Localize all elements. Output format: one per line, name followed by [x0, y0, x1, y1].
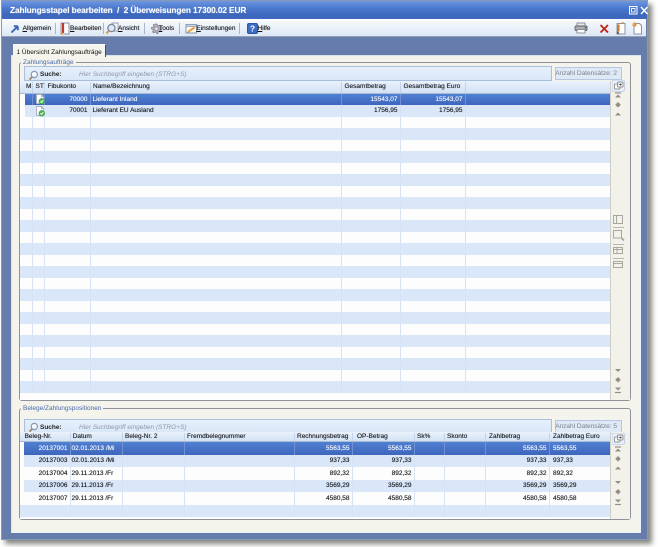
svg-text:?: ? [250, 24, 255, 34]
